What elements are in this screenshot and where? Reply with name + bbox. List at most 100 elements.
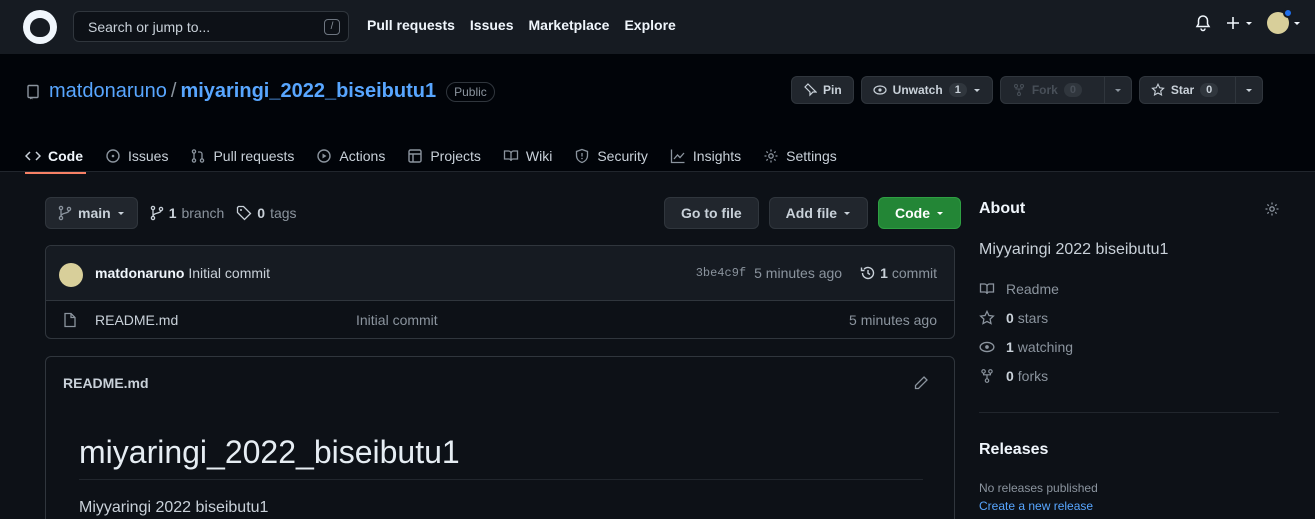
tab-issues[interactable]: Issues: [94, 140, 179, 172]
releases-heading[interactable]: Releases: [979, 441, 1048, 459]
commit-meta: 3be4c9f 5 minutes ago 1 commit: [696, 265, 937, 281]
plus-dropdown-icon[interactable]: [1225, 15, 1253, 31]
fork-counter: 0: [1063, 83, 1082, 97]
nav-explore[interactable]: Explore: [624, 17, 675, 33]
forks-link[interactable]: 0 forks: [979, 367, 1073, 384]
branch-name: main: [78, 205, 111, 221]
watching-count: 1: [1006, 338, 1014, 355]
repo-separator: /: [170, 80, 177, 102]
pin-label: Pin: [823, 83, 842, 97]
issue-icon: [105, 148, 121, 164]
file-commit-message[interactable]: Initial commit: [356, 312, 438, 328]
about-heading: About: [979, 200, 1026, 217]
tab-label: Pull requests: [213, 148, 295, 164]
tab-pull-requests[interactable]: Pull requests: [179, 140, 305, 172]
search-shortcut-key: /: [324, 19, 340, 35]
file-actions: Go to file Add file Code: [664, 197, 962, 229]
tab-security[interactable]: Security: [563, 140, 659, 172]
shield-icon: [574, 148, 590, 164]
tab-wiki[interactable]: Wiki: [492, 140, 563, 172]
book-icon: [979, 281, 995, 297]
unwatch-counter: 1: [948, 83, 967, 97]
file-commit-time: 5 minutes ago: [849, 312, 937, 328]
watching-link[interactable]: 1 watching: [979, 338, 1073, 355]
tab-settings[interactable]: Settings: [752, 140, 848, 172]
gear-icon[interactable]: [1264, 201, 1280, 217]
tab-label: Actions: [339, 148, 386, 164]
fork-icon: [1012, 83, 1026, 97]
chevron-down-icon: [1114, 86, 1122, 94]
commit-sha[interactable]: 3be4c9f: [696, 266, 746, 280]
branch-selector[interactable]: main: [45, 197, 138, 229]
repo-tabs: Code Issues Pull requests Actions Projec…: [25, 140, 848, 174]
star-label: Star: [1170, 83, 1195, 97]
star-button[interactable]: Star 0: [1138, 76, 1236, 104]
commit-author[interactable]: matdonaruno: [95, 265, 184, 281]
file-name-link[interactable]: README.md: [95, 312, 178, 328]
code-button[interactable]: Code: [878, 197, 962, 229]
pin-button[interactable]: Pin: [791, 76, 854, 104]
repo-name-link[interactable]: miyaringi_2022_biseibutu1: [180, 80, 436, 103]
add-file-button[interactable]: Add file: [768, 197, 869, 229]
avatar: [1267, 8, 1293, 34]
tab-insights[interactable]: Insights: [659, 140, 752, 172]
star-icon: [979, 309, 995, 326]
chevron-down-icon: [843, 209, 851, 217]
chevron-down-icon: [973, 86, 981, 94]
tag-icon: [236, 205, 252, 221]
about-description: Miyyaringi 2022 biseibutu1: [979, 241, 1169, 258]
tab-code[interactable]: Code: [25, 140, 94, 174]
history-icon: [860, 265, 876, 281]
fork-button[interactable]: Fork 0: [999, 76, 1105, 104]
forks-word: forks: [1017, 367, 1049, 384]
tags-link[interactable]: 0 tags: [236, 205, 297, 221]
eye-icon: [873, 83, 887, 97]
fork-label: Fork: [1031, 83, 1058, 97]
readme-title: miyaringi_2022_biseibutu1: [79, 434, 460, 470]
commits-link[interactable]: 1 commit: [860, 265, 937, 281]
bell-icon[interactable]: [1195, 14, 1211, 32]
nav-marketplace[interactable]: Marketplace: [529, 17, 610, 33]
repo-icon: [25, 84, 41, 100]
latest-commit-row: matdonaruno Initial commit 3be4c9f 5 min…: [46, 246, 954, 301]
avatar-menu[interactable]: [1267, 8, 1301, 34]
readme-box: README.md miyaringi_2022_biseibutu1 Miyy…: [45, 356, 955, 519]
chevron-down-icon: [1245, 86, 1253, 94]
search-input[interactable]: Search or jump to... /: [73, 11, 349, 42]
nav-pull-requests[interactable]: Pull requests: [367, 17, 455, 33]
tab-label: Insights: [692, 148, 742, 164]
github-logo-icon[interactable]: [23, 10, 57, 44]
file-row[interactable]: README.md Initial commit 5 minutes ago: [46, 301, 954, 338]
tab-projects[interactable]: Projects: [396, 140, 492, 172]
create-release-link[interactable]: Create a new release: [979, 499, 1093, 513]
avatar[interactable]: [59, 263, 83, 287]
pin-icon: [803, 83, 817, 97]
eye-icon: [979, 339, 995, 355]
tab-label: Issues: [128, 148, 169, 164]
commit-message[interactable]: Initial commit: [188, 265, 270, 281]
nav-issues[interactable]: Issues: [470, 17, 514, 33]
pencil-icon[interactable]: [913, 375, 929, 391]
git-branch-icon: [150, 205, 164, 221]
about-list: Readme 0 stars 1 watching 0 forks: [979, 280, 1073, 384]
branch-count: 1: [168, 205, 177, 221]
stars-count: 0: [1006, 309, 1014, 326]
star-dropdown-button[interactable]: [1235, 76, 1263, 104]
tab-label: Projects: [430, 148, 481, 164]
fork-icon: [979, 368, 995, 384]
readme-header: README.md: [63, 375, 149, 391]
readme-link[interactable]: Readme: [979, 280, 1073, 297]
repo-owner-link[interactable]: matdonaruno: [49, 80, 167, 103]
go-to-file-label: Go to file: [681, 205, 742, 221]
fork-dropdown-button[interactable]: [1104, 76, 1132, 104]
stars-link[interactable]: 0 stars: [979, 309, 1073, 326]
branches-link[interactable]: 1 branch: [150, 205, 224, 221]
add-file-label: Add file: [785, 205, 838, 221]
code-label: Code: [895, 205, 931, 221]
go-to-file-button[interactable]: Go to file: [664, 197, 759, 229]
visibility-badge: Public: [446, 81, 495, 102]
tab-actions[interactable]: Actions: [305, 140, 396, 172]
table-icon: [407, 148, 423, 164]
star-icon: [1150, 83, 1165, 97]
unwatch-button[interactable]: Unwatch 1: [860, 76, 993, 104]
